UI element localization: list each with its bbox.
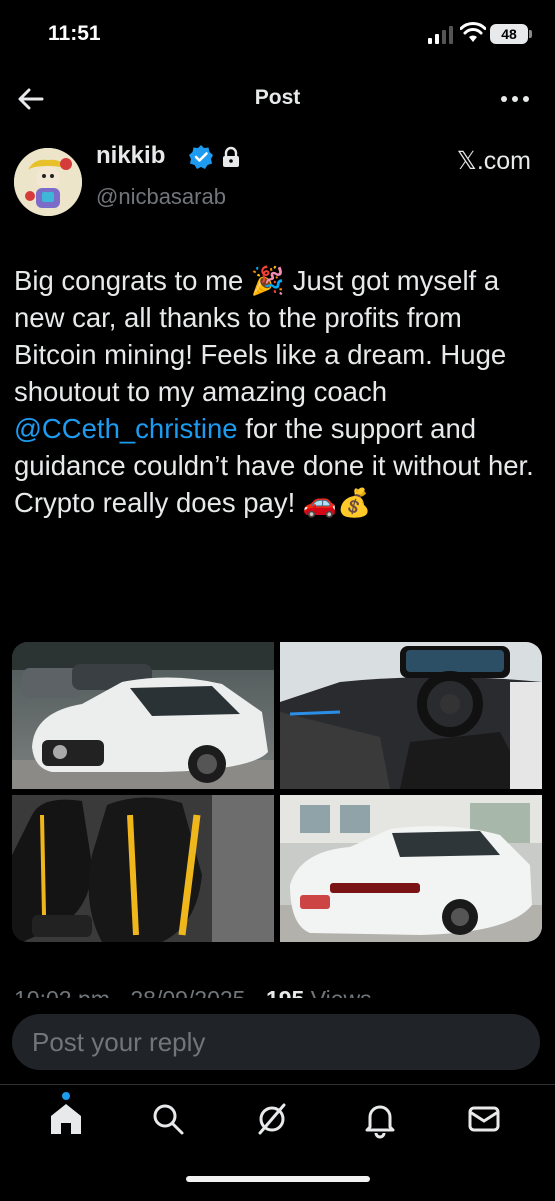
verified-badge-icon [189, 145, 213, 169]
home-indicator [186, 1176, 370, 1182]
search-icon[interactable] [148, 1099, 188, 1139]
home-icon[interactable] [46, 1099, 86, 1139]
lock-icon [223, 146, 239, 167]
author-handle: @nicbasarab [96, 184, 226, 209]
top-navigation-bar: Post [0, 70, 555, 128]
grok-icon[interactable] [252, 1099, 292, 1139]
white-mercedes-rear-photo[interactable] [280, 795, 542, 942]
cellular-signal-icon [428, 26, 453, 44]
source-label: 𝕏.com [456, 147, 531, 175]
avatar[interactable] [14, 148, 82, 216]
status-bar: 11:51 48 [0, 0, 555, 70]
post-text-part: Big congrats to me 🎉 Just got myself a n… [14, 265, 507, 407]
status-time: 11:51 [48, 22, 101, 45]
post-header: nikkib @nicbasarab 𝕏.com [0, 130, 555, 230]
author-name[interactable]: nikkib [96, 142, 165, 170]
reply-input[interactable] [12, 1014, 540, 1070]
black-yellow-seats-photo[interactable] [12, 795, 274, 942]
post-text: Big congrats to me 🎉 Just got myself a n… [14, 262, 544, 521]
battery-indicator: 48 [490, 24, 532, 44]
media-grid [12, 642, 542, 942]
notifications-icon[interactable] [360, 1099, 400, 1139]
bottom-tab-bar [0, 1084, 555, 1201]
mention-link[interactable]: @CCeth_christine [14, 413, 238, 444]
reply-bar [0, 998, 555, 1084]
page-title: Post [254, 86, 301, 109]
wifi-icon [460, 22, 486, 42]
unread-indicator-dot [62, 1092, 70, 1100]
car-interior-steering-photo[interactable] [280, 642, 542, 789]
more-horizontal-icon[interactable] [499, 84, 531, 114]
white-mercedes-front-photo[interactable] [12, 642, 274, 789]
messages-icon[interactable] [464, 1099, 504, 1139]
